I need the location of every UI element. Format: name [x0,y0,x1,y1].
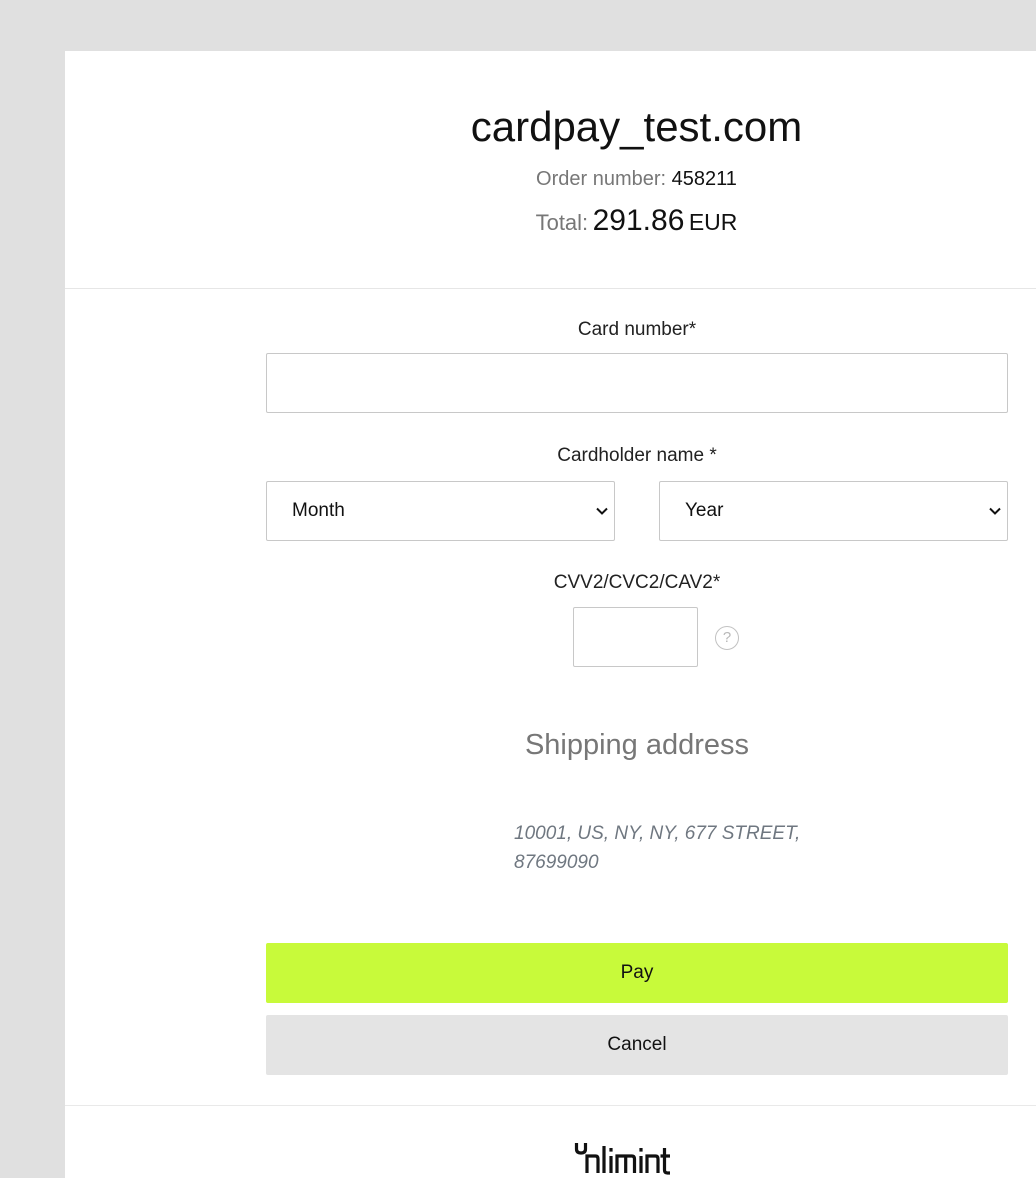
card-number-label: Card number* [577,319,697,340]
order-total: Total: 291.86 EUR [65,201,1036,246]
cvv-label: CVV2/CVC2/CAV2* [553,572,721,593]
cardholder-name-label: Cardholder name * [557,445,717,466]
order-header: cardpay_test.com Order number: 458211 To… [65,51,1036,289]
pay-button[interactable]: Pay [266,943,1008,1003]
total-amount: 291.86 [592,204,685,237]
month-select-value: Month [292,500,345,521]
expiry-month-select[interactable]: Month [266,481,615,541]
expiry-year-select[interactable]: Year [659,481,1008,541]
merchant-name: cardpay_test.com [470,103,803,150]
unlimint-logo [574,1143,670,1175]
shipping-address-title: Shipping address [524,729,750,761]
order-number-value: 458211 [671,168,737,190]
question-circle-icon[interactable]: ? [715,626,739,650]
order-number-label: Order number: [536,168,667,190]
checkout-panel: cardpay_test.com Order number: 458211 To… [65,51,1036,1178]
total-label: Total: [535,210,589,235]
chevron-down-icon [989,507,1001,515]
cvv-input[interactable] [573,607,698,667]
year-select-value: Year [685,500,724,521]
cancel-button[interactable]: Cancel [266,1015,1008,1075]
total-currency: EUR [688,209,738,235]
chevron-down-icon [596,507,608,515]
order-number: Order number: 458211 [65,166,1036,192]
shipping-address-text: 10001, US, NY, NY, 677 STREET, 87699090 [514,823,801,873]
footer-divider [65,1105,1036,1106]
card-number-input[interactable] [266,353,1008,413]
